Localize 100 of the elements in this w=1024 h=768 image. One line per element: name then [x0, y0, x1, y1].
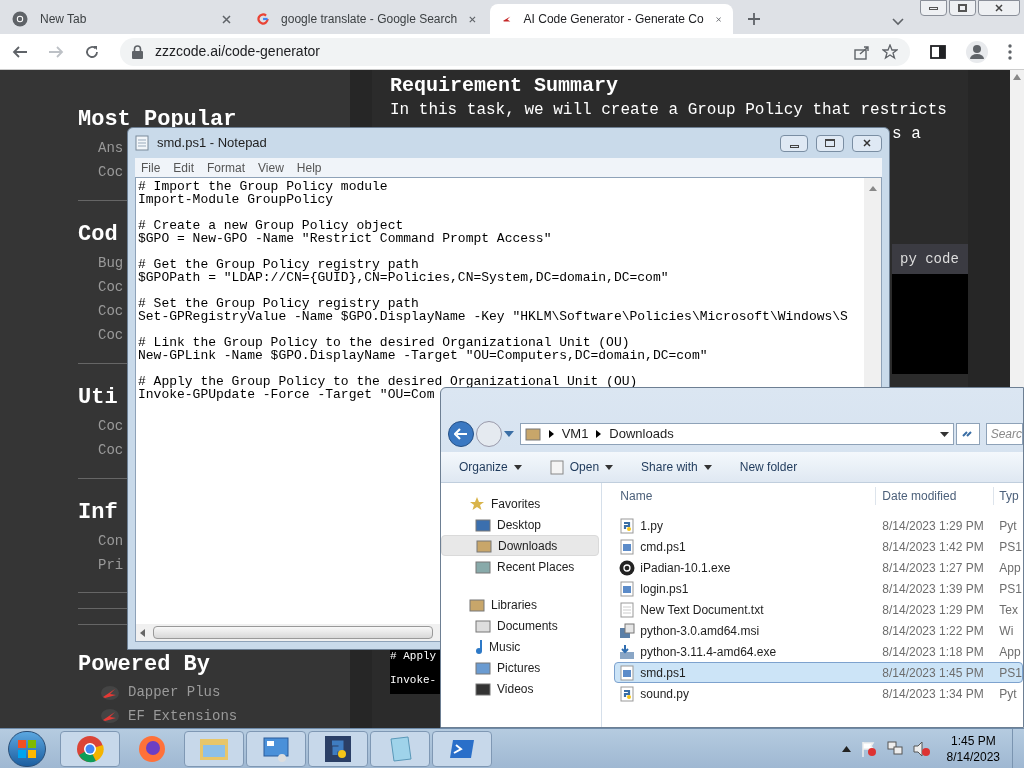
toolbar-button[interactable]: Open	[549, 458, 614, 476]
section-heading: Uti	[78, 384, 118, 412]
network-icon[interactable]	[886, 740, 903, 757]
file-row[interactable]: New Text Document.txt 8/14/2023 1:29 PM Tex	[614, 599, 1023, 620]
file-row[interactable]: python-3.11.4-amd64.exe 8/14/2023 1:18 PM App	[614, 641, 1023, 662]
breadcrumb-item[interactable]: VM1	[561, 424, 589, 444]
breadcrumb-item[interactable]: Downloads	[609, 424, 932, 444]
back-icon[interactable]	[12, 43, 28, 60]
menu-item[interactable]: Help	[296, 158, 322, 177]
code-line: $GPO = New-GPO -Name "Restrict Command Prompt Access"	[138, 232, 552, 245]
file-date: 8/14/2023 1:27 PM	[881, 559, 985, 577]
restore-button[interactable]	[949, 0, 976, 16]
file-type: Pyt	[998, 685, 1017, 703]
reload-icon[interactable]	[84, 43, 100, 60]
menu-item[interactable]: Edit	[173, 158, 195, 177]
column-header[interactable]: Name	[614, 487, 876, 505]
sidebar-link[interactable]: Coc	[98, 414, 124, 438]
browser-tab[interactable]: AI Code Generator - Generate Co	[490, 4, 733, 34]
new-tab-icon[interactable]	[747, 12, 761, 26]
close-icon[interactable]	[469, 14, 476, 24]
flag-icon[interactable]	[860, 740, 877, 757]
sidebar-link[interactable]: Coc	[98, 275, 124, 299]
scroll-up-icon[interactable]	[868, 186, 877, 191]
search-field[interactable]: Searc	[985, 423, 1023, 445]
nav-item[interactable]: Recent Places	[441, 556, 600, 577]
clock-date[interactable]: 8/14/2023	[946, 748, 1000, 765]
share-icon[interactable]	[854, 43, 870, 60]
muted-speaker-icon[interactable]	[912, 740, 931, 757]
start-button[interactable]	[8, 730, 46, 767]
file-row[interactable]: iPadian-10.1.exe 8/14/2023 1:27 PM App	[614, 557, 1023, 578]
back-button[interactable]	[448, 421, 474, 447]
menu-item[interactable]: File	[141, 158, 161, 177]
sidebar-link[interactable]: EF Extensions	[128, 705, 238, 727]
sidebar-link[interactable]: Bug	[98, 251, 124, 275]
taskbar-button[interactable]	[308, 730, 368, 767]
file-row[interactable]: cmd.ps1 8/14/2023 1:42 PM PS1	[614, 536, 1023, 557]
scroll-up-icon[interactable]	[1013, 74, 1021, 80]
show-hidden-icon[interactable]	[841, 745, 851, 752]
browser-tab[interactable]: New Tab	[0, 4, 243, 34]
chevron-down-icon[interactable]	[892, 18, 904, 26]
dropdown-icon[interactable]	[939, 431, 949, 437]
scroll-left-icon[interactable]	[140, 628, 145, 637]
star-icon[interactable]	[882, 43, 898, 60]
side-panel-icon[interactable]	[930, 43, 946, 60]
screen-icon	[475, 680, 491, 697]
taskbar-button[interactable]	[432, 730, 492, 767]
file-name: sound.py	[640, 685, 689, 703]
toolbar-button[interactable]: Organize	[459, 458, 522, 476]
sidebar-link[interactable]: Dapper Plus	[128, 682, 221, 704]
sidebar-link[interactable]: Coc	[98, 160, 124, 184]
sidebar-link[interactable]: Con	[98, 529, 124, 553]
minimize-button[interactable]	[920, 0, 947, 16]
menu-item[interactable]: View	[258, 158, 284, 177]
nav-item[interactable]: Libraries	[441, 594, 602, 615]
sidebar-link[interactable]: Pri	[98, 553, 124, 577]
nav-item[interactable]: Favorites	[441, 493, 602, 514]
file-date: 8/14/2023 1:42 PM	[881, 538, 985, 556]
close-icon[interactable]	[222, 14, 231, 24]
maximize-button[interactable]	[816, 134, 844, 152]
nav-item[interactable]: Videos	[441, 678, 600, 699]
file-row[interactable]: python-3.0.amd64.msi 8/14/2023 1:22 PM Wi	[614, 620, 1023, 641]
back-arrow-icon	[453, 428, 468, 440]
column-header[interactable]: Typ	[993, 487, 1019, 505]
nav-item[interactable]: Desktop	[441, 514, 600, 535]
file-row[interactable]: 1.py 8/14/2023 1:29 PM Pyt	[614, 515, 1023, 536]
close-icon	[995, 4, 1003, 12]
sidebar-link[interactable]: Coc	[98, 299, 124, 323]
browser-tab[interactable]: google translate - Google Search	[245, 4, 488, 34]
chevron-right-icon[interactable]	[548, 430, 554, 438]
nav-item[interactable]: Pictures	[441, 657, 600, 678]
nav-item[interactable]: Music	[441, 636, 600, 657]
address-bar[interactable]: zzzcode.ai/code-generator	[120, 37, 910, 66]
close-button[interactable]	[852, 134, 882, 152]
chevron-right-icon[interactable]	[596, 430, 602, 438]
column-header[interactable]: Date modified	[875, 487, 994, 505]
sidebar-link[interactable]: Ans	[98, 136, 124, 160]
toolbar-button[interactable]: New folder	[739, 458, 798, 476]
menu-item[interactable]: Format	[207, 158, 246, 177]
close-icon	[863, 139, 871, 147]
refresh-button[interactable]	[955, 423, 980, 445]
toolbar-button[interactable]: Share with	[641, 458, 712, 476]
file-row[interactable]: smd.ps1 8/14/2023 1:45 PM PS1	[614, 662, 1023, 683]
menu-icon[interactable]	[1008, 43, 1012, 60]
file-date: 8/14/2023 1:34 PM	[881, 685, 985, 703]
address-bar[interactable]: VM1 Downloads	[519, 423, 954, 445]
minimize-button[interactable]	[780, 134, 808, 152]
file-row[interactable]: login.ps1 8/14/2023 1:39 PM PS1	[614, 578, 1023, 599]
folder-icon	[476, 537, 492, 554]
code-line: # Import the Group Policy module	[138, 180, 388, 193]
close-icon[interactable]	[715, 14, 721, 24]
file-row[interactable]: sound.py 8/14/2023 1:34 PM Pyt	[614, 683, 1023, 704]
sidebar-link[interactable]: Coc	[98, 323, 124, 347]
scroll-thumb[interactable]	[153, 626, 433, 639]
nav-item[interactable]: Downloads	[441, 535, 600, 556]
profile-icon[interactable]	[966, 40, 988, 63]
taskbar-button[interactable]	[246, 730, 306, 767]
clock-time[interactable]: 1:45 PM	[950, 732, 996, 749]
copy-code-bar[interactable]: py code	[892, 244, 968, 274]
sidebar-link[interactable]: Coc	[98, 438, 124, 462]
nav-item[interactable]: Documents	[441, 615, 600, 636]
